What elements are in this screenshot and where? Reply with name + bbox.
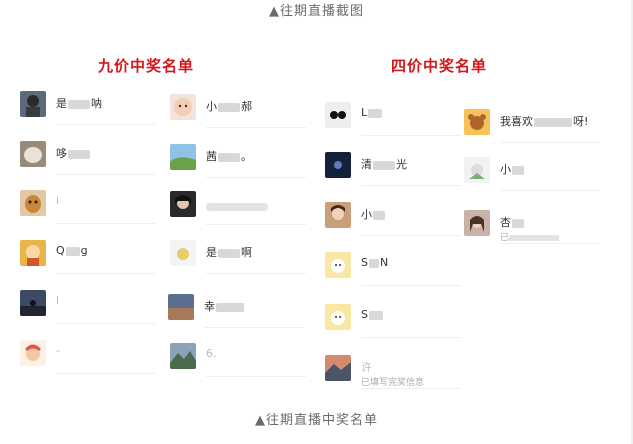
winner-entry: - <box>20 340 160 378</box>
avatar <box>170 240 196 266</box>
avatar <box>464 210 490 236</box>
avatar <box>170 144 196 170</box>
winner-name: l <box>56 294 60 307</box>
winner-name: 小 <box>500 161 525 177</box>
winner-entry: 6. <box>170 343 310 381</box>
winner-name: 茜。 <box>206 150 252 163</box>
avatar <box>464 109 490 135</box>
winner-name: 6. <box>206 347 217 360</box>
winner-entry: 许 已填写完奖信息 <box>325 355 465 393</box>
winner-entry: 杏 已 <box>464 210 604 248</box>
winner-entry: 幸 <box>168 294 308 332</box>
avatar <box>20 190 46 216</box>
avatar <box>20 290 46 316</box>
avatar <box>325 252 351 278</box>
avatar <box>20 240 46 266</box>
avatar <box>170 343 196 369</box>
avatar <box>20 141 46 167</box>
winner-name: 许 <box>361 361 372 374</box>
winner-name: 我喜欢 呀! <box>500 115 589 128</box>
winner-name: 是啊 <box>206 246 252 259</box>
winner-entry: 我喜欢 呀! <box>464 109 604 147</box>
avatar <box>168 294 194 320</box>
winner-entry: SN <box>325 252 465 290</box>
winner-name: 哆 <box>56 145 91 161</box>
winner-name: L <box>361 106 383 119</box>
avatar <box>170 191 196 217</box>
winner-name: i <box>56 194 60 207</box>
winner-entry: L <box>325 102 465 140</box>
winner-entry: Qg <box>20 240 160 278</box>
winner-name: SN <box>361 256 389 269</box>
winner-entry: 小 <box>325 202 465 240</box>
winner-name: - <box>56 344 60 357</box>
winner-entry: 是呐 <box>20 91 160 129</box>
avatar <box>464 157 490 183</box>
winner-entry: 小郝 <box>170 94 310 132</box>
winner-name: 杏 <box>500 214 525 230</box>
winner-name: 小郝 <box>206 100 252 113</box>
four-valent-winners-title: 四价中奖名单 <box>391 57 488 75</box>
winner-entry: l <box>20 290 160 328</box>
winner-name: 是呐 <box>56 97 102 110</box>
winner-entry: i <box>20 190 160 228</box>
winner-entry: 茜。 <box>170 144 310 182</box>
winner-name: 小 <box>361 206 386 222</box>
caption-bottom: ▲往期直播中奖名单 <box>255 413 378 428</box>
avatar <box>325 304 351 330</box>
avatar <box>325 202 351 228</box>
winner-entry: S <box>325 304 465 342</box>
winner-name: 幸 <box>204 298 245 314</box>
avatar <box>325 355 351 381</box>
avatar <box>325 102 351 128</box>
avatar <box>325 152 351 178</box>
winner-name: 清光 <box>361 158 407 171</box>
winner-entry: 小 <box>464 157 604 195</box>
winner-entry <box>170 191 310 229</box>
avatar <box>170 94 196 120</box>
avatar <box>20 340 46 366</box>
blurred-name <box>206 203 268 211</box>
winner-entry: 是啊 <box>170 240 310 278</box>
avatar <box>20 91 46 117</box>
winner-entry: 哆 <box>20 141 160 179</box>
winner-status: 已填写完奖信息 <box>361 378 425 388</box>
winner-name: Qg <box>56 244 88 257</box>
winner-entry: 清光 <box>325 152 465 190</box>
caption-top: ▲往期直播截图 <box>269 4 364 19</box>
nine-valent-winners-title: 九价中奖名单 <box>98 57 195 75</box>
winner-status: 已 <box>500 230 560 243</box>
winner-name: S <box>361 308 384 321</box>
